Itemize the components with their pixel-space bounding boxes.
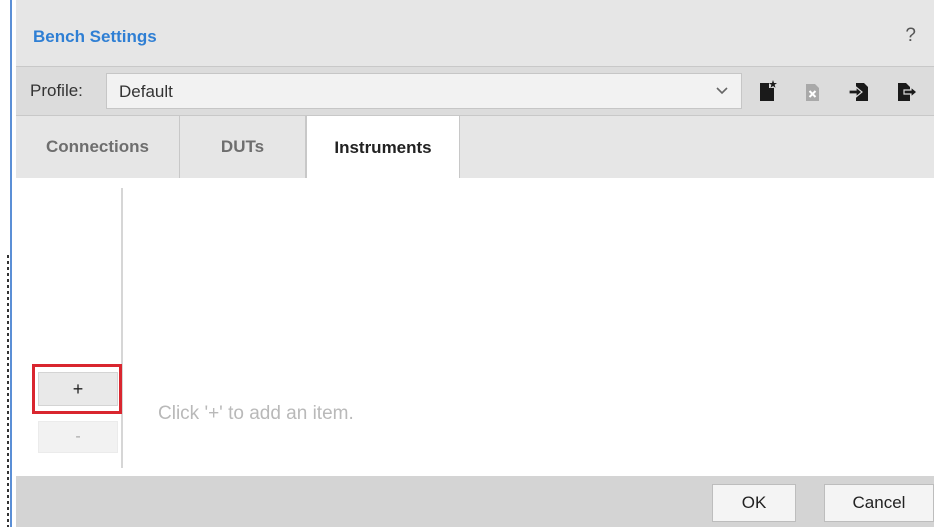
tab-duts[interactable]: DUTs — [180, 116, 306, 178]
remove-item-button[interactable]: - — [38, 421, 118, 453]
add-item-button[interactable]: + — [38, 372, 118, 406]
delete-profile-icon[interactable] — [798, 77, 828, 107]
dialog-footer: OK Cancel — [16, 476, 934, 527]
tab-connections[interactable]: Connections — [16, 116, 180, 178]
cancel-button[interactable]: Cancel — [824, 484, 934, 522]
window-border — [10, 0, 12, 527]
new-profile-icon[interactable] — [752, 77, 782, 107]
empty-list-hint: Click '+' to add an item. — [158, 403, 354, 424]
title-bar[interactable]: Bench Settings ? — [16, 0, 934, 66]
import-profile-icon[interactable] — [844, 77, 874, 107]
profile-bar: Profile: Default — [16, 66, 934, 116]
bench-settings-dialog: Bench Settings ? Profile: Default Connec… — [16, 0, 934, 527]
profile-selected-value: Default — [119, 82, 173, 101]
profile-label: Profile: — [30, 81, 83, 100]
chevron-down-icon — [716, 87, 728, 95]
profile-dropdown[interactable]: Default — [106, 73, 742, 109]
instruments-panel: + - Click '+' to add an item. — [16, 178, 934, 476]
tab-bar: Connections DUTs Instruments — [16, 116, 934, 180]
window-title: Bench Settings — [33, 27, 157, 46]
export-profile-icon[interactable] — [892, 77, 922, 107]
ok-button[interactable]: OK — [712, 484, 796, 522]
list-divider — [121, 188, 123, 468]
help-button[interactable]: ? — [905, 25, 916, 47]
tab-instruments[interactable]: Instruments — [306, 116, 460, 180]
dotted-guide — [7, 255, 9, 527]
